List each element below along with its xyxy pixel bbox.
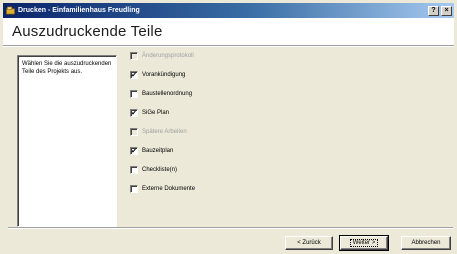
cancel-button[interactable]: Abbrechen xyxy=(401,236,451,250)
description-panel: Wählen Sie die auszudruckenden Teile des… xyxy=(17,55,117,227)
print-dialog-window: Drucken - Einfamilienhaus Freudling ? × … xyxy=(0,0,457,254)
checkbox[interactable] xyxy=(130,166,138,174)
checkbox xyxy=(130,128,138,136)
checkbox-row-externe-dokumente[interactable]: Externe Dokumente xyxy=(130,184,195,194)
header-divider xyxy=(3,45,454,47)
help-icon: ? xyxy=(431,7,436,14)
check-mark-icon: ✔ xyxy=(131,71,137,79)
checkbox-label: Bauzeitplan xyxy=(142,148,174,154)
checkbox-label: SiGe Plan xyxy=(142,110,170,116)
checkbox xyxy=(130,52,138,60)
checkbox-label: Externe Dokumente xyxy=(142,186,196,192)
description-text: Wählen Sie die auszudruckenden Teile des… xyxy=(22,61,112,75)
next-button-label: Weiter > xyxy=(349,239,379,247)
app-icon xyxy=(6,6,15,15)
checkbox-label: Vorankündigung xyxy=(142,72,186,78)
checkbox[interactable]: ✔ xyxy=(130,71,138,79)
close-button[interactable]: × xyxy=(441,5,452,16)
footer-divider xyxy=(8,227,453,229)
checkbox[interactable] xyxy=(130,90,138,98)
checkbox[interactable]: ✔ xyxy=(130,109,138,117)
back-button[interactable]: < Zurück xyxy=(285,236,333,250)
close-icon: × xyxy=(444,7,449,14)
checkbox[interactable]: ✔ xyxy=(130,147,138,155)
cancel-button-label: Abbrechen xyxy=(411,240,441,246)
checkbox-row-baustellenordnung[interactable]: Baustellenordnung xyxy=(130,89,192,99)
check-mark-icon: ✔ xyxy=(131,109,137,117)
back-button-label: < Zurück xyxy=(297,240,321,246)
page-title: Auszudruckende Teile xyxy=(12,23,163,40)
checkbox-label: Checkliste(n) xyxy=(142,167,178,173)
help-button[interactable]: ? xyxy=(428,5,439,16)
checkbox-row-vorankuendigung[interactable]: ✔ Vorankündigung xyxy=(130,70,185,80)
checkbox-label: Baustellenordnung xyxy=(142,91,193,97)
window-title: Drucken - Einfamilienhaus Freudling xyxy=(18,7,140,14)
title-bar[interactable]: Drucken - Einfamilienhaus Freudling ? × xyxy=(3,3,454,18)
next-button[interactable]: Weiter > xyxy=(339,235,389,251)
checkbox-row-checklisten[interactable]: Checkliste(n) xyxy=(130,165,177,175)
checkbox-row-aenderungsprotokoll: Änderungsprotokoll xyxy=(130,51,194,61)
check-mark-icon: ✔ xyxy=(131,147,137,155)
wizard-header: Auszudruckende Teile xyxy=(3,18,454,45)
checkbox-row-sige-plan[interactable]: ✔ SiGe Plan xyxy=(130,108,169,118)
checkbox-row-bauzeitplan[interactable]: ✔ Bauzeitplan xyxy=(130,146,173,156)
checkbox-label: Änderungsprotokoll xyxy=(142,53,194,59)
checkbox[interactable] xyxy=(130,185,138,193)
checkbox-row-spaetere-arbeiten: Spätere Arbeiten xyxy=(130,127,187,137)
checkbox-label: Spätere Arbeiten xyxy=(142,129,187,135)
